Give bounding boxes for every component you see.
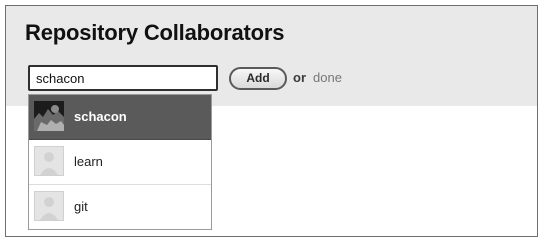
panel-header: Repository Collaborators Add or done bbox=[6, 6, 537, 106]
suggestion-item-learn[interactable]: learn bbox=[29, 140, 211, 185]
default-avatar-icon bbox=[34, 191, 64, 221]
suggestion-label: learn bbox=[74, 154, 103, 169]
done-link[interactable]: done bbox=[313, 70, 342, 85]
suggestion-item-git[interactable]: git bbox=[29, 185, 211, 230]
default-avatar-icon bbox=[34, 146, 64, 176]
collaborator-search-input[interactable] bbox=[28, 65, 218, 91]
page-title: Repository Collaborators bbox=[25, 20, 285, 45]
suggestion-label: schacon bbox=[74, 109, 127, 124]
user-avatar-icon bbox=[34, 101, 64, 131]
collaborators-panel: Repository Collaborators Add or done sch… bbox=[5, 5, 538, 237]
add-button[interactable]: Add bbox=[229, 67, 287, 90]
suggestion-label: git bbox=[74, 199, 88, 214]
suggestion-item-schacon[interactable]: schacon bbox=[29, 95, 211, 140]
or-text: or bbox=[293, 70, 306, 85]
autocomplete-dropdown: schacon learn git bbox=[28, 94, 212, 230]
